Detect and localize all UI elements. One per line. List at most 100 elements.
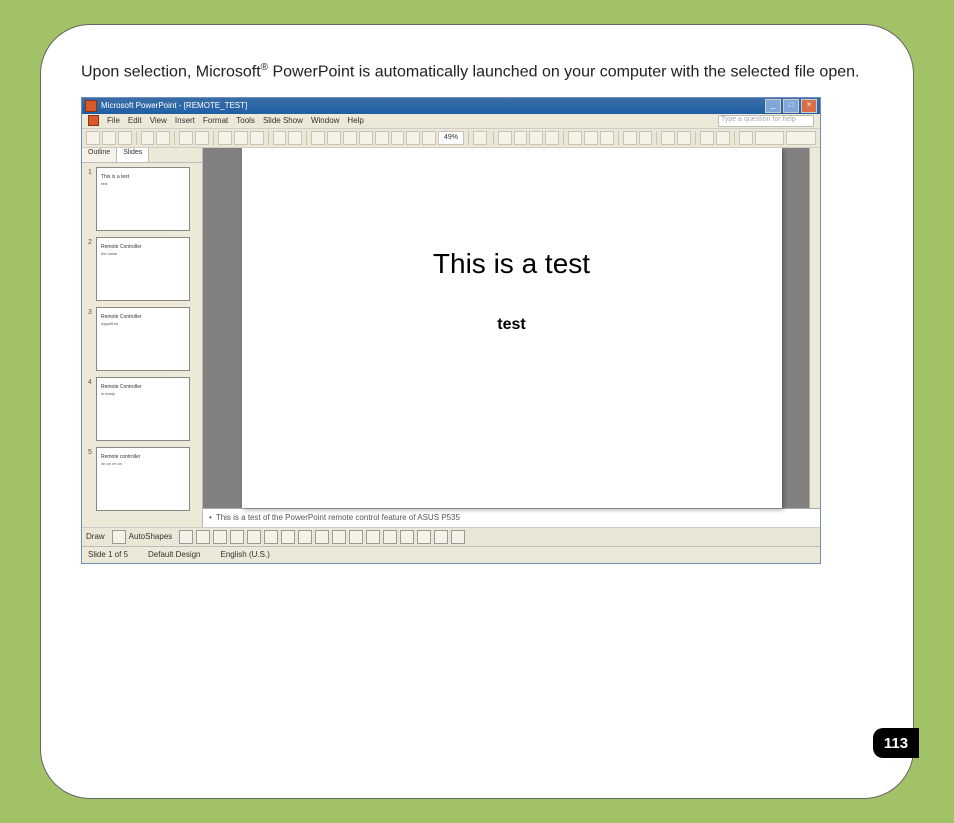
thumb-sub: the value: [101, 252, 185, 257]
cut-icon[interactable]: [218, 131, 232, 145]
powerpoint-window: Microsoft PowerPoint - [REMOTE_TEST] _ □…: [81, 97, 821, 564]
close-button[interactable]: ×: [801, 99, 817, 113]
bold-icon[interactable]: [498, 131, 512, 145]
help-search-box[interactable]: Type a question for help: [718, 115, 814, 127]
tab-outline[interactable]: Outline: [82, 148, 117, 162]
align-center-icon[interactable]: [584, 131, 598, 145]
tab-slides[interactable]: Slides: [117, 148, 149, 162]
maximize-button[interactable]: □: [783, 99, 799, 113]
notes-pane[interactable]: • This is a test of the PowerPoint remot…: [203, 508, 820, 527]
help-icon[interactable]: [473, 131, 487, 145]
menu-view[interactable]: View: [150, 116, 167, 125]
paste-icon[interactable]: [250, 131, 264, 145]
menu-format[interactable]: Format: [203, 116, 228, 125]
font-color-icon[interactable]: [739, 131, 753, 145]
fill-color-icon[interactable]: [332, 530, 346, 544]
menu-window[interactable]: Window: [311, 116, 339, 125]
shadow-style-icon[interactable]: [434, 530, 448, 544]
intro-post: PowerPoint is automatically launched on …: [268, 63, 859, 80]
decrease-font-icon[interactable]: [677, 131, 691, 145]
spell-icon[interactable]: [179, 131, 193, 145]
intro-text: Upon selection, Microsoft® PowerPoint is…: [81, 61, 873, 83]
increase-indent-icon[interactable]: [716, 131, 730, 145]
menu-bar: File Edit View Insert Format Tools Slide…: [82, 114, 820, 129]
preview-icon[interactable]: [156, 131, 170, 145]
zoom-box[interactable]: 49%: [438, 131, 464, 145]
menu-slideshow[interactable]: Slide Show: [263, 116, 303, 125]
separator: [493, 131, 494, 145]
document-page: Upon selection, Microsoft® PowerPoint is…: [40, 24, 914, 799]
oval-icon[interactable]: [230, 530, 244, 544]
app-menu-icon[interactable]: [88, 115, 99, 126]
decrease-indent-icon[interactable]: [700, 131, 714, 145]
print-icon[interactable]: [141, 131, 155, 145]
separator: [468, 131, 469, 145]
shadow-icon[interactable]: [545, 131, 559, 145]
diagram-icon[interactable]: [281, 530, 295, 544]
research-icon[interactable]: [195, 131, 209, 145]
separator: [563, 131, 564, 145]
font-color-icon[interactable]: [366, 530, 380, 544]
chart-icon[interactable]: [311, 131, 325, 145]
minimize-button[interactable]: _: [765, 99, 781, 113]
separator: [136, 131, 137, 145]
design-button[interactable]: [755, 131, 785, 145]
arrow-icon[interactable]: [196, 530, 210, 544]
draw-menu[interactable]: Draw: [86, 532, 105, 541]
menu-insert[interactable]: Insert: [175, 116, 195, 125]
window-title: Microsoft PowerPoint - [REMOTE_TEST]: [101, 101, 247, 110]
thumb-slide: Remote Controller Algorithm: [96, 307, 190, 371]
autoshapes-menu[interactable]: AutoShapes: [129, 532, 173, 541]
color-icon[interactable]: [422, 131, 436, 145]
thumb-title: Remote Controller: [101, 314, 185, 320]
show-formatting-icon[interactable]: [391, 131, 405, 145]
rectangle-icon[interactable]: [213, 530, 227, 544]
thumbnail-1[interactable]: 1 This is a test test: [88, 167, 196, 231]
thumb-title: Remote Controller: [101, 384, 185, 390]
redo-icon[interactable]: [288, 131, 302, 145]
thumb-sub: test: [101, 182, 185, 187]
thumbnail-4[interactable]: 4 Remote Controller is ready: [88, 377, 196, 441]
align-right-icon[interactable]: [600, 131, 614, 145]
grid-icon[interactable]: [406, 131, 420, 145]
increase-font-icon[interactable]: [661, 131, 675, 145]
thumb-number: 4: [88, 377, 96, 441]
undo-icon[interactable]: [273, 131, 287, 145]
wordart-icon[interactable]: [264, 530, 278, 544]
tables-icon[interactable]: [343, 131, 357, 145]
dash-style-icon[interactable]: [400, 530, 414, 544]
menu-help[interactable]: Help: [347, 116, 363, 125]
select-icon[interactable]: [112, 530, 126, 544]
save-icon[interactable]: [118, 131, 132, 145]
arrow-style-icon[interactable]: [417, 530, 431, 544]
line-icon[interactable]: [179, 530, 193, 544]
menu-tools[interactable]: Tools: [236, 116, 255, 125]
new-icon[interactable]: [86, 131, 100, 145]
expand-icon[interactable]: [375, 131, 389, 145]
3d-style-icon[interactable]: [451, 530, 465, 544]
open-icon[interactable]: [102, 131, 116, 145]
thumb-sub: on on on on: [101, 462, 185, 467]
underline-icon[interactable]: [529, 131, 543, 145]
menu-file[interactable]: File: [107, 116, 120, 125]
line-color-icon[interactable]: [349, 530, 363, 544]
copy-icon[interactable]: [234, 131, 248, 145]
hyperlink-icon[interactable]: [359, 131, 373, 145]
thumbnail-2[interactable]: 2 Remote Controller the value: [88, 237, 196, 301]
italic-icon[interactable]: [514, 131, 528, 145]
align-left-icon[interactable]: [568, 131, 582, 145]
clipart-icon[interactable]: [298, 530, 312, 544]
numbering-icon[interactable]: [623, 131, 637, 145]
thumbnail-3[interactable]: 3 Remote Controller Algorithm: [88, 307, 196, 371]
thumb-slide: Remote controller on on on on: [96, 447, 190, 511]
separator: [306, 131, 307, 145]
line-style-icon[interactable]: [383, 530, 397, 544]
new-slide-button[interactable]: [786, 131, 816, 145]
thumbnail-5[interactable]: 5 Remote controller on on on on: [88, 447, 196, 511]
slide-editor[interactable]: This is a test test: [203, 148, 820, 508]
menu-edit[interactable]: Edit: [128, 116, 142, 125]
bullets-icon[interactable]: [639, 131, 653, 145]
textbox-icon[interactable]: [247, 530, 261, 544]
table-icon[interactable]: [327, 131, 341, 145]
picture-icon[interactable]: [315, 530, 329, 544]
